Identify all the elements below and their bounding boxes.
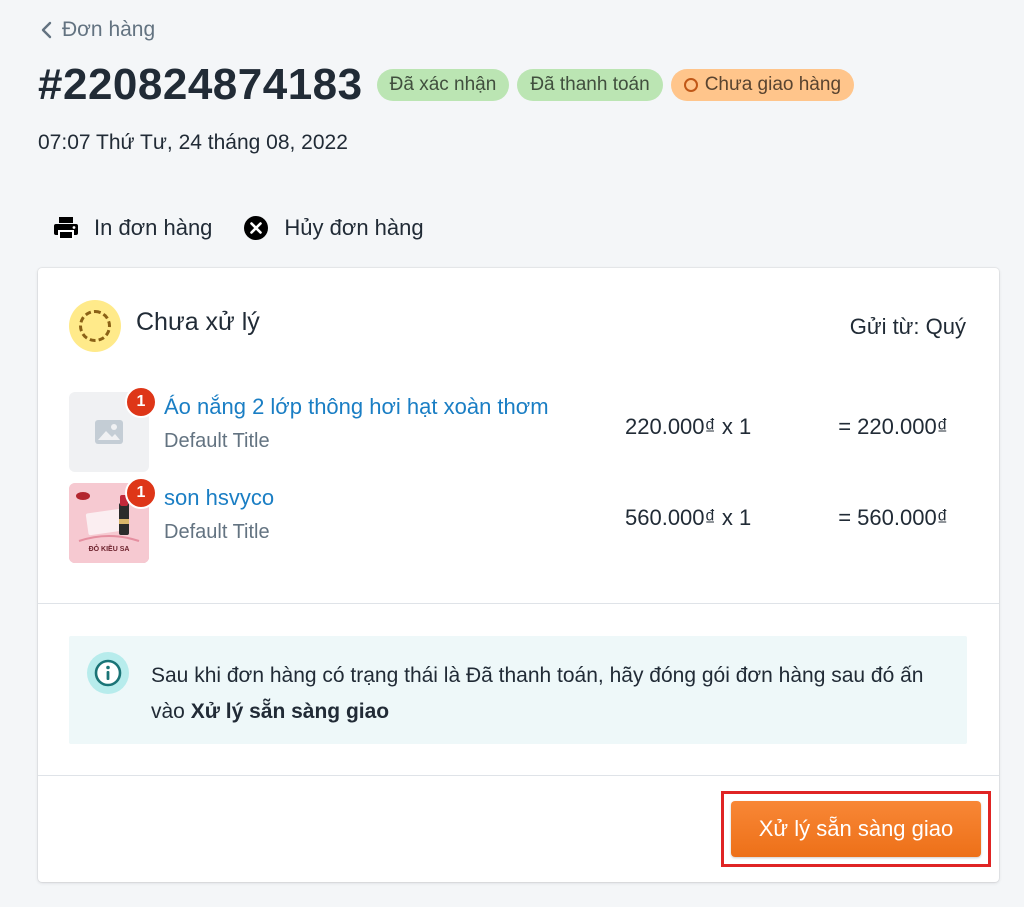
product-line-total: = 560.000₫ — [838, 505, 948, 530]
print-order-button[interactable]: In đơn hàng — [52, 214, 212, 242]
back-link[interactable]: Đơn hàng — [40, 18, 155, 42]
back-link-label: Đơn hàng — [62, 18, 156, 41]
line-item: ĐỎ KIỀU SA 1 son hsvyco Default Title 56… — [69, 477, 969, 563]
order-header: #220824874183 Đã xác nhận Đã thanh toán … — [38, 60, 855, 110]
info-message: Sau khi đơn hàng có trạng thái là Đã tha… — [151, 664, 924, 723]
order-date: 07:07 Thứ Tư, 24 tháng 08, 2022 — [38, 131, 348, 154]
divider — [38, 775, 999, 776]
quantity-badge: 1 — [125, 477, 157, 509]
chevron-left-icon — [41, 21, 52, 39]
unfulfilled-status-icon — [69, 300, 121, 352]
print-order-label: In đơn hàng — [94, 215, 213, 240]
order-actions: In đơn hàng Hủy đơn hàng — [52, 214, 424, 242]
cancel-order-label: Hủy đơn hàng — [284, 215, 424, 240]
fulfillment-status-title: Chưa xử lý — [136, 308, 260, 336]
status-badge-confirmed: Đã xác nhận — [376, 69, 510, 101]
close-circle-icon — [244, 216, 269, 240]
send-from-location: Gửi từ: Quý — [849, 314, 966, 339]
quantity-badge: 1 — [125, 386, 157, 418]
product-line-total: = 220.000₫ — [838, 414, 948, 439]
cancel-order-button[interactable]: Hủy đơn hàng — [242, 214, 424, 242]
line-item: 1 Áo nắng 2 lớp thông hơi hạt xoàn thơm … — [69, 386, 969, 472]
info-message-emphasis: Xử lý sẵn sàng giao — [190, 700, 390, 723]
info-icon — [87, 652, 129, 694]
product-link[interactable]: Áo nắng 2 lớp thông hơi hạt xoàn thơm — [164, 394, 549, 420]
product-price-quantity: 560.000₫ x 1 — [625, 505, 752, 530]
status-badge-unfulfilled: Chưa giao hàng — [670, 69, 855, 101]
info-banner: Sau khi đơn hàng có trạng thái là Đã tha… — [69, 636, 967, 744]
product-link[interactable]: son hsvyco — [164, 485, 274, 511]
status-badge-paid: Đã thanh toán — [517, 69, 663, 101]
product-variant: Default Title — [164, 521, 270, 543]
product-price-quantity: 220.000₫ x 1 — [625, 414, 752, 439]
ring-icon — [683, 78, 698, 92]
divider — [38, 603, 999, 604]
fulfillment-card: Chưa xử lý Gửi từ: Quý 1 Áo nắng 2 lớp t… — [38, 268, 999, 882]
mark-ready-to-ship-button[interactable]: Xử lý sẵn sàng giao — [731, 801, 981, 857]
image-placeholder-icon — [95, 420, 123, 444]
printer-icon — [54, 217, 78, 240]
order-id: #220824874183 — [38, 60, 363, 109]
product-variant: Default Title — [164, 430, 270, 452]
order-detail-page: Đơn hàng #220824874183 Đã xác nhận Đã th… — [0, 0, 1024, 907]
